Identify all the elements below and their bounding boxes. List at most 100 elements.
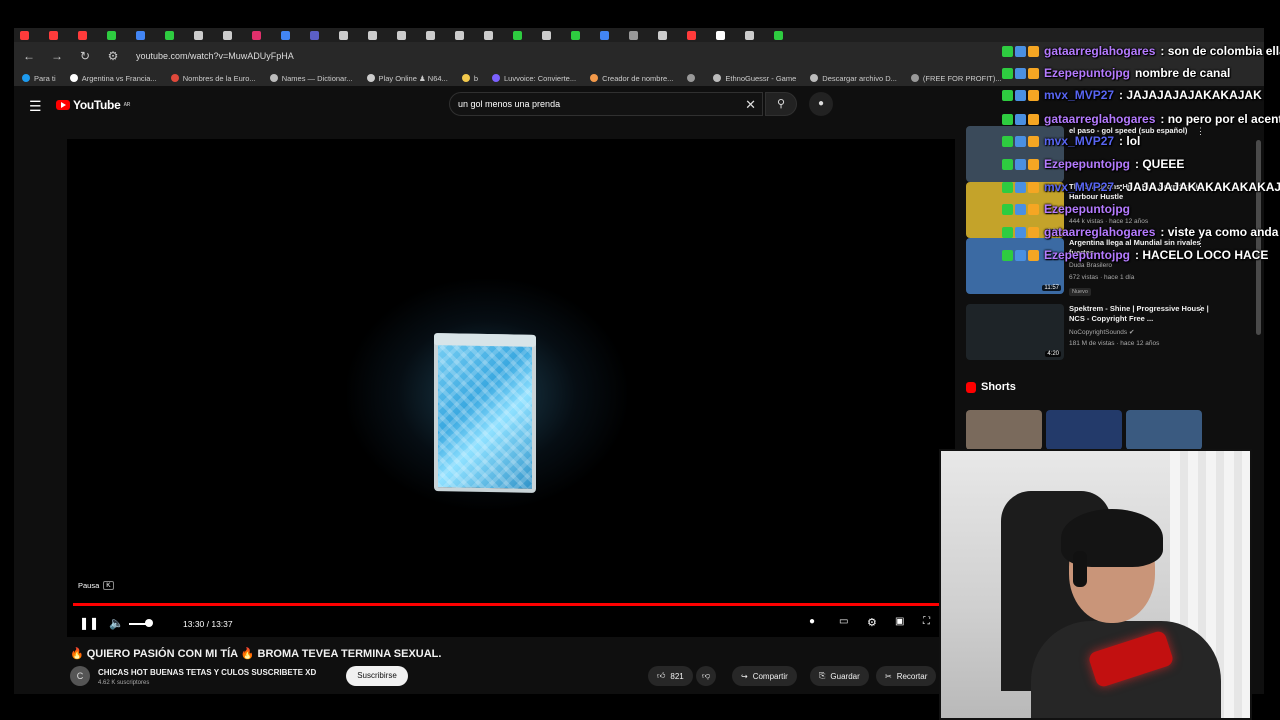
channel-name[interactable]: CHICAS HOT BUENAS TETAS Y CULOS SUSCRIBE… [98, 668, 316, 677]
reload-icon[interactable]: ↻ [78, 49, 92, 63]
search-icon: ⚲ [776, 98, 786, 110]
bookmark-item[interactable]: Play Online ♟ N64... [366, 74, 448, 83]
browser-tab[interactable] [281, 30, 290, 40]
save-button[interactable]: ⎘ Guardar [810, 666, 869, 686]
miniplayer-icon[interactable]: ▣ [895, 616, 904, 627]
clip-button[interactable]: ✂ Recortar [876, 666, 937, 686]
video-player[interactable]: Pausa K ❚❚ 🔈 13:30 / 13:37 ● ▭ ⚙ ▣ ⛶ [67, 139, 955, 637]
subscribe-button[interactable]: Suscribirse [346, 666, 408, 686]
browser-tab[interactable] [687, 30, 696, 40]
video-thumbnail[interactable] [966, 126, 1064, 182]
search-input[interactable]: un gol menos una prenda ✕ [449, 92, 763, 116]
browser-tab[interactable] [600, 30, 609, 40]
volume-icon[interactable]: 🔈 [109, 616, 124, 630]
more-options-icon[interactable]: ⋮ [1196, 304, 1205, 315]
bookmark-item[interactable]: (FREE FOR PROFIT)... [910, 74, 1002, 83]
dislike-button[interactable]: 👎︎ [696, 666, 717, 686]
browser-tab[interactable] [194, 30, 203, 40]
browser-tab[interactable] [542, 30, 551, 40]
microphone-icon: ● [817, 98, 825, 109]
browser-tab[interactable] [49, 30, 58, 40]
browser-tab[interactable] [223, 30, 232, 40]
country-code: AR [123, 102, 131, 108]
like-button[interactable]: 👍︎ 821 [648, 666, 693, 686]
video-thumbnail[interactable]: 11:57 [966, 238, 1064, 294]
recommended-stats: 444 k vistas · hace 12 años [1069, 218, 1149, 225]
browser-tab[interactable] [339, 30, 348, 40]
browser-tab[interactable] [774, 30, 783, 40]
browser-tab[interactable] [368, 30, 377, 40]
fullscreen-icon[interactable]: ⛶ [923, 616, 930, 627]
like-count: 821 [670, 671, 684, 681]
more-options-icon[interactable]: ⋮ [1196, 182, 1205, 193]
play-pause-icon[interactable]: ❚❚ [79, 616, 99, 630]
recommended-video[interactable]: 11:57 Argentina llega al Mundial sin riva… [966, 238, 1236, 296]
browser-tab[interactable] [136, 30, 145, 40]
bookmark-item[interactable]: Luvvoice: Convierte... [491, 74, 576, 83]
bookmark-item[interactable]: Descargar archivo D... [810, 74, 897, 83]
bookmark-label: Names — Dictionar... [281, 73, 353, 83]
browser-tab[interactable] [629, 30, 638, 40]
progress-bar[interactable] [73, 603, 955, 606]
menu-icon[interactable]: ☰ [29, 98, 42, 115]
browser-tab[interactable] [426, 30, 435, 40]
bookmark-item[interactable]: EthnoGuessr - Game [713, 74, 796, 83]
video-thumbnail[interactable]: 2:21 [966, 182, 1064, 238]
recommended-video[interactable]: 4:20 Spektrem - Shine | Progressive House… [966, 304, 1236, 360]
bookmark-item[interactable]: Argentina vs Francia... [69, 74, 157, 83]
bookmark-item[interactable]: Nombres de la Euro... [170, 74, 256, 83]
browser-tab[interactable] [658, 30, 667, 40]
browser-tab[interactable] [20, 30, 29, 40]
bookmark-item[interactable] [687, 74, 699, 82]
back-icon[interactable]: ← [22, 49, 36, 63]
forward-icon[interactable]: → [50, 49, 64, 63]
bookmark-item[interactable]: Para ti [22, 74, 56, 83]
browser-tab[interactable] [716, 30, 725, 40]
browser-tab[interactable] [252, 30, 261, 40]
clear-search-icon[interactable]: ✕ [745, 97, 756, 113]
recommended-channel: Duda Brasilero [1069, 262, 1112, 269]
browser-tab[interactable] [165, 30, 174, 40]
video-thumbnail[interactable]: 4:20 [966, 304, 1064, 360]
voice-search-button[interactable]: ● [809, 92, 833, 116]
short-thumbnail[interactable] [1046, 410, 1122, 450]
site-info-icon[interactable]: ⚙ [106, 49, 120, 63]
search-query: un gol menos una prenda [458, 99, 561, 109]
short-thumbnail[interactable] [966, 410, 1042, 450]
browser-tab[interactable] [397, 30, 406, 40]
short-thumbnail[interactable] [1126, 410, 1202, 450]
recommended-channel: NoCopyrightSounds ✔ [1069, 329, 1135, 336]
youtube-logo[interactable]: YouTube AR [56, 98, 130, 112]
bookmark-item[interactable]: Creador de nombre... [590, 74, 673, 83]
channel-avatar[interactable]: C [70, 666, 90, 686]
url-field[interactable]: youtube.com/watch?v=MuwADUyFpHA [136, 51, 294, 61]
video-duration: 2:21 [1045, 229, 1061, 235]
bookmark-item[interactable]: Names — Dictionar... [269, 73, 353, 83]
video-title: 🔥 QUIERO PASIÓN CON MI TÍA 🔥 BROMA TEVEA… [70, 648, 442, 660]
browser-tab[interactable] [513, 30, 522, 40]
bookmark-item[interactable]: b [461, 74, 478, 83]
browser-tab[interactable] [745, 30, 754, 40]
browser-tab[interactable] [107, 30, 116, 40]
video-duration: 4:20 [1045, 351, 1061, 357]
bookmark-favicon-icon [810, 74, 819, 82]
recommended-video[interactable]: el paso - gol speed (sub español) 799 k v… [966, 126, 1236, 182]
recommended-video[interactable]: 2:21 The Simpsons Hit & Run Soundtrack - … [966, 182, 1236, 238]
browser-tab[interactable] [78, 30, 87, 40]
tab-strip [14, 28, 1264, 42]
autoplay-toggle-icon[interactable]: ● [809, 616, 815, 627]
more-options-icon[interactable]: ⋮ [1196, 126, 1205, 137]
shorts-icon [966, 381, 976, 393]
browser-tab[interactable] [310, 30, 319, 40]
browser-tab[interactable] [484, 30, 493, 40]
more-options-icon[interactable]: ⋮ [1196, 238, 1205, 249]
volume-knob[interactable] [145, 619, 153, 627]
browser-tab[interactable] [455, 30, 464, 40]
search-button[interactable]: ⚲ [765, 92, 797, 116]
browser-tab[interactable] [571, 30, 580, 40]
share-button[interactable]: ↪ Compartir [732, 666, 797, 686]
bookmark-favicon-icon [461, 74, 470, 82]
subtitles-icon[interactable]: ▭ [839, 616, 848, 627]
page-scrollbar[interactable] [1256, 140, 1261, 335]
settings-gear-icon[interactable]: ⚙ [867, 616, 877, 629]
